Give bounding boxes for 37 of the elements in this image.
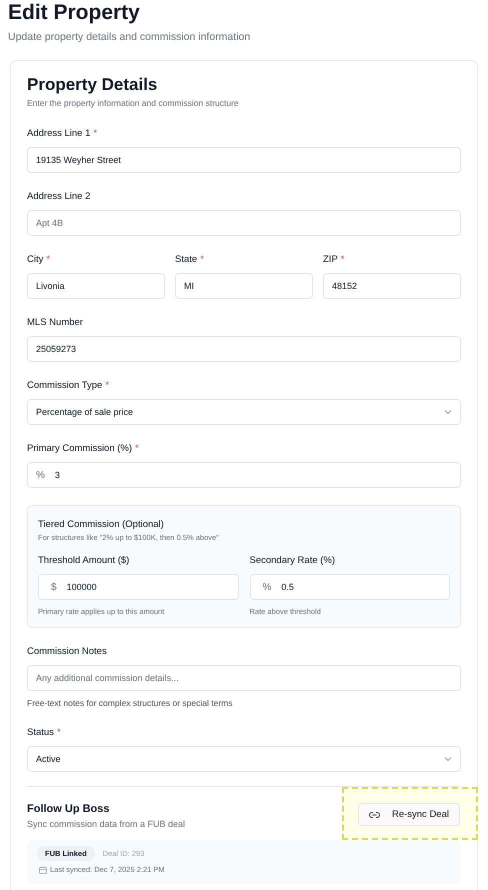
input-field[interactable]: 19135 Weyher Street (27, 147, 461, 173)
input-field[interactable]: % 0.5 (250, 574, 450, 600)
page-subtitle: Update property details and commission information (8, 31, 252, 44)
field-label: City * (27, 253, 52, 267)
panel-title: Tiered Commission (Optional) (38, 518, 165, 531)
help-text: Free-text notes for complex structures or special terms (27, 698, 234, 709)
resync-button[interactable]: Re-sync Deal (358, 803, 460, 826)
input-field[interactable]: % 3 (27, 462, 461, 488)
select-field[interactable]: Percentage of sale price (27, 399, 461, 425)
field-label: Threshold Amount ($) (38, 554, 130, 568)
field-label: State * (175, 253, 205, 267)
section-subtitle: Sync commission data from a FUB deal (27, 818, 186, 830)
section-title: Follow Up Boss (27, 802, 110, 816)
calendar-icon (39, 866, 47, 874)
input-field[interactable]: $ 100000 (38, 574, 238, 600)
field-label: Address Line 2 (27, 190, 92, 204)
input-field[interactable]: MI (175, 273, 313, 299)
chevron-down-icon (444, 756, 452, 762)
field-label: Address Line 1 * (27, 127, 98, 141)
field-label: Primary Commission (%) * (27, 442, 140, 456)
field-label: Status * (27, 726, 62, 740)
field-label: MLS Number (27, 316, 84, 330)
input-field[interactable]: Livonia (27, 273, 165, 299)
input-field[interactable]: Apt 4B (27, 210, 461, 236)
field-label: ZIP * (323, 253, 346, 267)
field-label: Commission Notes (27, 645, 108, 659)
input-field[interactable]: 25059273 (27, 336, 461, 362)
link-icon (368, 810, 380, 818)
chevron-down-icon (444, 409, 452, 415)
input-field[interactable]: Any additional commission details... (27, 665, 461, 691)
select-field[interactable]: Active (27, 746, 461, 772)
input-field[interactable]: 48152 (323, 273, 461, 299)
page-title: Edit Property (8, 0, 141, 25)
card-subtitle: Enter the property information and commission structure (27, 98, 240, 109)
field-label: Secondary Rate (%) (250, 554, 336, 568)
card-title: Property Details (27, 75, 158, 95)
field-label: Commission Type * (27, 379, 110, 393)
